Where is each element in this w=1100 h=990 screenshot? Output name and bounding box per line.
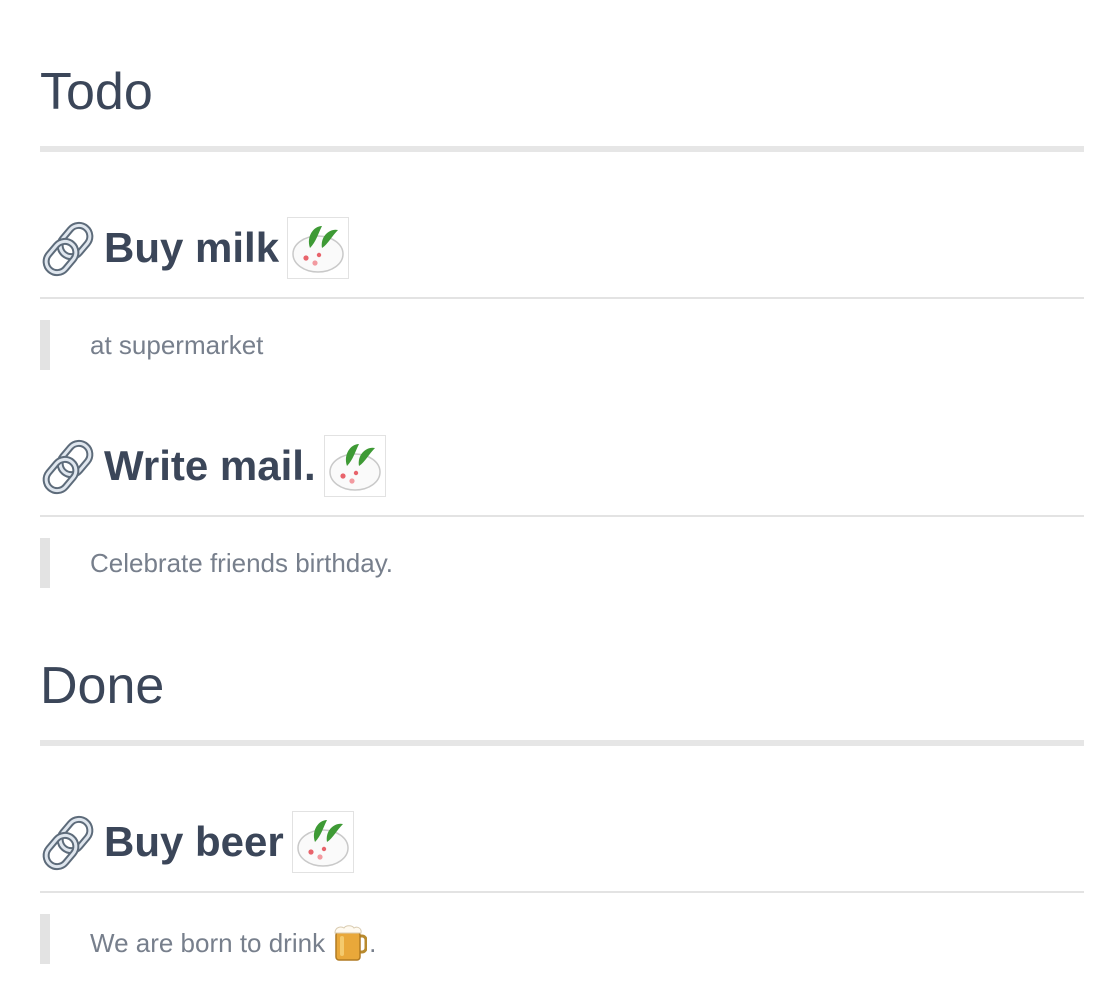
item-note-suffix: . bbox=[369, 927, 377, 958]
item-note-text: Celebrate friends birthday. bbox=[90, 548, 394, 578]
todo-item-title: Write mail. bbox=[104, 442, 316, 489]
link-icon[interactable] bbox=[40, 218, 100, 278]
item-divider bbox=[40, 515, 1084, 517]
link-icon[interactable] bbox=[40, 436, 100, 496]
quote-bar bbox=[40, 914, 50, 964]
mochi-rabbit-icon bbox=[323, 435, 386, 497]
link-icon[interactable] bbox=[40, 812, 100, 872]
item-note: Celebrate friends birthday. bbox=[40, 538, 1084, 588]
section-title-todo: Todo bbox=[40, 63, 153, 121]
quote-bar bbox=[40, 320, 50, 370]
item-note: at supermarket bbox=[40, 320, 1084, 370]
item-divider bbox=[40, 891, 1084, 893]
done-item-title: Buy beer bbox=[104, 818, 284, 865]
quote-bar bbox=[40, 538, 50, 588]
mochi-rabbit-icon bbox=[287, 217, 350, 279]
todo-item-heading: Buy milk bbox=[40, 216, 350, 280]
done-item-heading: Buy beer bbox=[40, 810, 354, 874]
item-note-text: at supermarket bbox=[90, 330, 264, 360]
beer-mug-icon bbox=[333, 924, 368, 962]
section-divider bbox=[40, 740, 1084, 746]
section-title-done: Done bbox=[40, 657, 165, 715]
todo-item-heading: Write mail. bbox=[40, 434, 386, 498]
mochi-rabbit-icon bbox=[291, 811, 354, 873]
item-note-text: We are born to drink . bbox=[90, 924, 376, 962]
item-note: We are born to drink . bbox=[40, 914, 1084, 964]
todo-item-title: Buy milk bbox=[104, 224, 280, 271]
item-note-prefix: We are born to drink bbox=[90, 927, 326, 958]
item-divider bbox=[40, 297, 1084, 299]
section-divider bbox=[40, 146, 1084, 152]
